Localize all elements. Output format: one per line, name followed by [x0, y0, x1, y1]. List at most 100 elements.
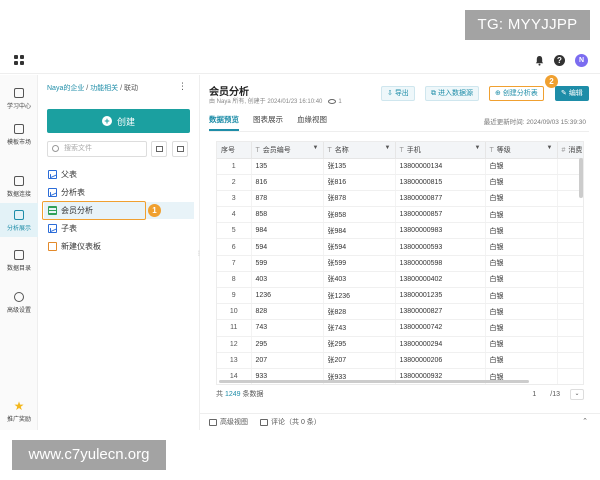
table-row[interactable]: 5 984 张984 13800000983 白银: [217, 222, 583, 240]
star-icon: ★: [13, 399, 25, 413]
table-cell: 9: [217, 287, 252, 305]
sort-caret-icon[interactable]: ▼: [385, 145, 391, 151]
table-cell: 张878: [323, 190, 396, 208]
table-cell: 13800000877: [395, 190, 486, 208]
table-row[interactable]: 6 594 张594 13800000593 白银: [217, 238, 583, 256]
vertical-scrollbar[interactable]: [579, 158, 583, 198]
advanced-view-button[interactable]: 高级视图: [209, 417, 248, 427]
table-row[interactable]: 3 878 张878 13800000877 白银: [217, 190, 583, 208]
chart-file-icon: [48, 170, 57, 179]
sort-caret-icon[interactable]: ▼: [313, 145, 319, 151]
row-count: 1249: [224, 391, 241, 398]
horizontal-scrollbar[interactable]: [219, 380, 529, 383]
rail-item-rewards[interactable]: ★ 推广奖励: [0, 397, 38, 427]
column-header[interactable]: # 消费: [557, 142, 583, 159]
table-cell: 白银: [485, 238, 558, 256]
search-input[interactable]: 搜索文件: [47, 141, 147, 157]
table-cell: 张816: [323, 174, 396, 191]
tree-item-new-dashboard[interactable]: 新建仪表板: [44, 238, 194, 255]
table-row[interactable]: 13 207 张207 13800000206 白银: [217, 352, 583, 369]
table-cell: 13800000402: [395, 271, 486, 289]
edit-button[interactable]: ✎ 编辑: [555, 86, 589, 101]
tree-item-parent-table[interactable]: 父表: [44, 166, 194, 183]
table-row[interactable]: 11 743 张743 13800000742 白银: [217, 319, 583, 337]
table-cell: 6: [217, 238, 252, 256]
comments-button[interactable]: 评论（共 0 条）: [260, 417, 321, 427]
rail-item-templates[interactable]: 模板市场: [0, 119, 38, 149]
plus-circle-icon: ⊕: [495, 90, 503, 97]
table-row[interactable]: 7 599 张599 13800000598 白银: [217, 255, 583, 272]
avatar[interactable]: N: [575, 54, 588, 67]
table-cell: 11: [217, 319, 252, 337]
table-cell: 白银: [485, 222, 558, 240]
page-size-dropdown[interactable]: ⌄: [570, 389, 584, 400]
rail-item-catalog[interactable]: 数据目录: [0, 245, 38, 275]
tree-item-child-table[interactable]: 子表: [44, 220, 194, 237]
table-row[interactable]: 2 816 张816 13800000815 白银: [217, 174, 583, 191]
new-window-button[interactable]: [151, 141, 167, 157]
selection-highlight: [42, 201, 146, 220]
rail-item-settings[interactable]: 高级设置: [0, 287, 38, 317]
column-header[interactable]: T 手机 ▼: [395, 142, 486, 159]
table-cell: 816: [251, 174, 324, 191]
table-cell: 3: [217, 190, 252, 208]
table-cell: 594: [251, 238, 324, 256]
bottom-bar: 高级视图 评论（共 0 条） ⌃: [200, 413, 600, 430]
sort-caret-icon[interactable]: ▼: [475, 145, 481, 151]
breadcrumb-org[interactable]: Naya的企业: [47, 85, 84, 92]
app-grid-icon[interactable]: [14, 55, 25, 66]
help-icon[interactable]: ?: [554, 55, 565, 66]
table-row[interactable]: 1 135 张135 13800000134 白银: [217, 158, 583, 175]
rail-item-analysis[interactable]: 分析展示: [0, 203, 38, 237]
table-cell: 403: [251, 271, 324, 289]
table-cell: 张984: [323, 222, 396, 240]
table-cell: 白银: [485, 336, 558, 353]
column-header[interactable]: 序号: [217, 142, 252, 159]
rail-item-data-connect[interactable]: 数据连接: [0, 171, 38, 201]
export-button[interactable]: ⇩ 导出: [381, 86, 415, 101]
external-link-icon: [156, 146, 163, 152]
column-header[interactable]: T 会员编号 ▼: [251, 142, 324, 159]
chart-file-icon: [48, 188, 57, 197]
new-folder-button[interactable]: [172, 141, 188, 157]
tab-chart-view[interactable]: 图表展示: [253, 113, 283, 131]
page-input[interactable]: 1: [528, 391, 540, 398]
sort-caret-icon[interactable]: ▼: [547, 145, 553, 151]
table-cell: 白银: [485, 255, 558, 272]
text-type-icon: T: [327, 146, 332, 154]
graduation-icon: [14, 88, 24, 98]
create-analysis-button[interactable]: ⊕ 创建分析表: [489, 86, 544, 101]
rail-item-learning[interactable]: 学习中心: [0, 83, 38, 113]
number-type-icon: #: [561, 146, 566, 154]
plus-icon: +: [101, 116, 112, 126]
text-type-icon: T: [255, 146, 260, 154]
dashboard-file-icon: [48, 242, 57, 251]
tree-item-analysis-table[interactable]: 分析表: [44, 184, 194, 201]
tab-data-preview[interactable]: 数据预览: [209, 113, 239, 131]
table-row[interactable]: 9 1236 张1236 13800001235 白银: [217, 287, 583, 305]
breadcrumb-folder[interactable]: 功能相关: [90, 85, 118, 92]
table-cell: 13800000857: [395, 206, 486, 224]
table-cell: 张207: [323, 352, 396, 369]
chevron-down-icon: ⌄: [574, 391, 580, 397]
pagination: 1 /13 ⌄: [528, 389, 584, 400]
bell-icon[interactable]: [534, 55, 544, 67]
table-row[interactable]: 4 858 张858 13800000857 白银: [217, 206, 583, 224]
chart-file-icon: [48, 224, 57, 233]
table-row[interactable]: 10 828 张828 13800000827 白银: [217, 303, 583, 321]
table-row[interactable]: 8 403 张403 13800000402 白银: [217, 271, 583, 289]
table-cell: 张295: [323, 336, 396, 353]
enter-datasource-button[interactable]: ⧉ 进入数据源: [425, 86, 479, 101]
table-row[interactable]: 12 295 张295 13800000294 白银: [217, 336, 583, 353]
table-cell-empty: [557, 319, 583, 337]
column-header[interactable]: T 名称 ▼: [323, 142, 396, 159]
page-subtitle: 由 Naya 所有, 创建于 2024/01/23 16:10:40 1: [209, 98, 342, 105]
chevron-up-icon[interactable]: ⌃: [582, 417, 588, 425]
create-button[interactable]: + 创建: [47, 109, 190, 133]
table-cell-empty: [557, 303, 583, 321]
table-cell: 13800001235: [395, 287, 486, 305]
tab-lineage-view[interactable]: 血缘视图: [297, 113, 327, 131]
more-menu-icon[interactable]: ⋮: [178, 81, 187, 92]
column-header[interactable]: T 等级 ▼: [485, 142, 558, 159]
table-cell: 13800000598: [395, 255, 486, 272]
